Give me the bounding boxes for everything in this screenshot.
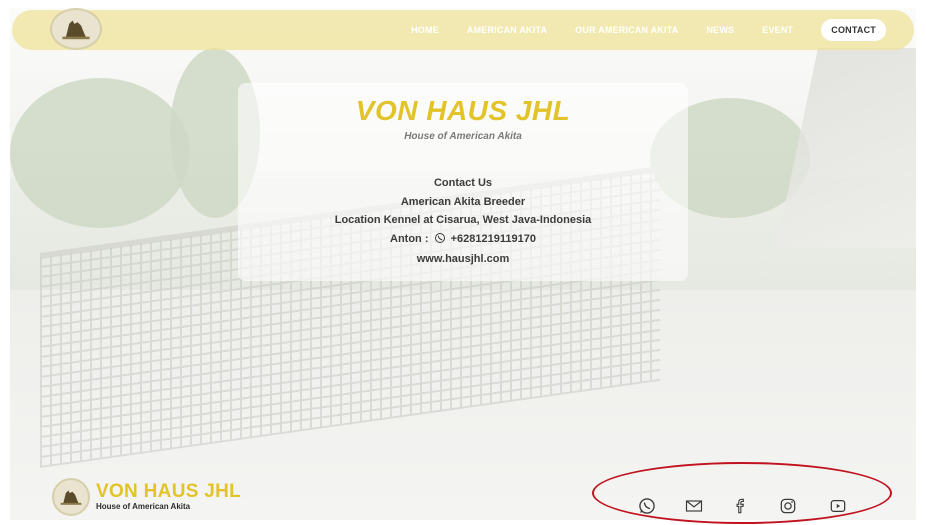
phone-name: Anton : (390, 232, 429, 245)
phone-number[interactable]: +6281219119170 (451, 233, 536, 245)
red-annotation-ellipse (592, 462, 892, 524)
breeder-line: American Akita Breeder (400, 195, 526, 208)
akita-logo-icon (60, 490, 82, 505)
contact-details: Contact Us American Akita Breeder Locati… (238, 174, 688, 269)
footer-brand-title: VON HAUS JHL (96, 481, 242, 502)
nav-home[interactable]: HOME (411, 25, 439, 35)
page-background: HOME AMERICAN AKITA OUR AMERICAN AKITA N… (10, 8, 916, 520)
nav-news[interactable]: NEWS (706, 25, 734, 35)
contact-heading: Contact Us (433, 177, 493, 189)
footer-brand-subtitle: House of American Akita (96, 502, 191, 511)
tree (10, 78, 190, 228)
footer-brand: VON HAUS JHL House of American Akita (96, 481, 242, 512)
nav-american-akita[interactable]: AMERICAN AKITA (467, 25, 547, 35)
whatsapp-icon (434, 232, 446, 251)
website-link[interactable]: www.hausjhl.com (238, 250, 688, 269)
phone-line: Anton : +6281219119170 (238, 230, 688, 251)
nav-event[interactable]: EVENT (762, 25, 793, 35)
footer-logo[interactable] (52, 478, 90, 516)
contact-card: VON HAUS JHL House of American Akita Con… (238, 83, 688, 281)
akita-logo-icon (62, 20, 90, 40)
location-line: Location Kennel at Cisarua, West Java-In… (334, 214, 592, 226)
page-subtitle: House of American Akita (404, 131, 522, 142)
page-title: VON HAUS JHL (355, 95, 571, 126)
top-navbar: HOME AMERICAN AKITA OUR AMERICAN AKITA N… (12, 8, 914, 50)
site-logo[interactable] (50, 8, 102, 50)
nav-our-american-akita[interactable]: OUR AMERICAN AKITA (575, 25, 678, 35)
nav-contact[interactable]: CONTACT (821, 19, 886, 41)
